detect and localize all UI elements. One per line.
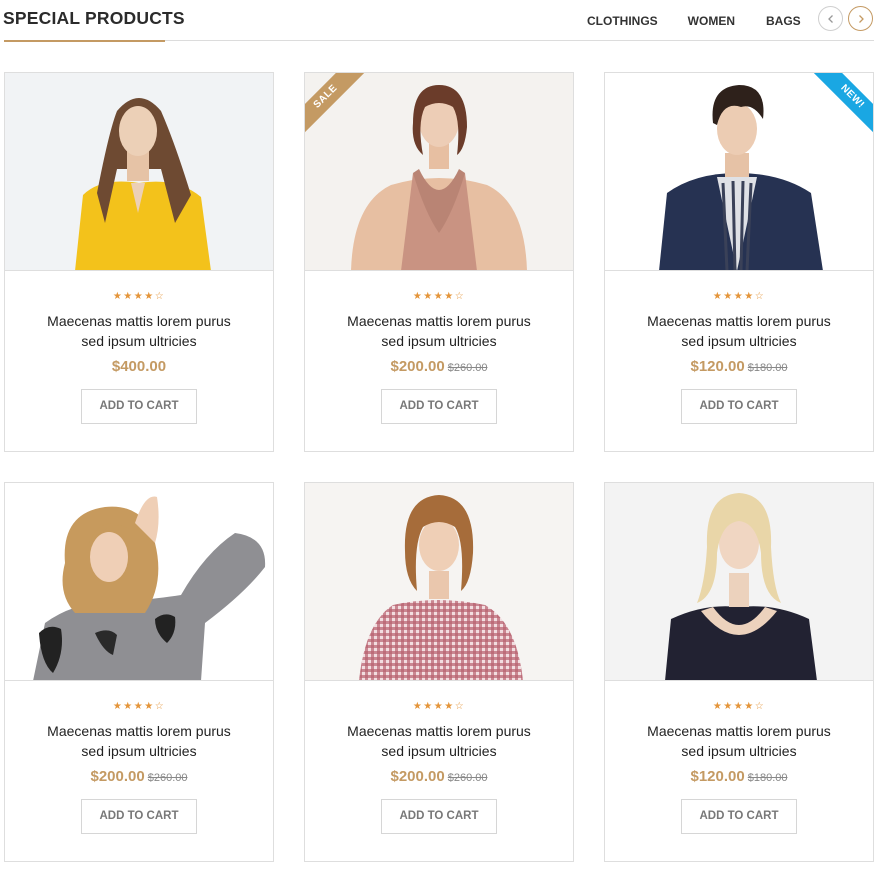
section-header: SPECIAL PRODUCTS CLOTHINGS WOMEN BAGS [0, 0, 879, 42]
product-image[interactable]: SALE [305, 73, 573, 271]
product-name-line1[interactable]: Maecenas mattis lorem purus [647, 723, 831, 739]
chevron-right-icon [858, 14, 864, 23]
product-name-line2[interactable]: sed ipsum ultricies [381, 743, 496, 759]
old-price: $260.00 [147, 772, 188, 784]
rating-stars: ★★★★☆ [412, 291, 466, 302]
product-name-line2[interactable]: sed ipsum ultricies [81, 743, 196, 759]
rating-stars: ★★★★☆ [412, 701, 466, 712]
product-price: $120.00 [690, 768, 745, 785]
product-name-line1[interactable]: Maecenas mattis lorem purus [647, 313, 831, 329]
price-row: $400.00 [5, 358, 273, 376]
add-to-cart-button[interactable]: ADD TO CART [381, 799, 497, 834]
product-photo [605, 483, 873, 680]
product-price: $200.00 [90, 768, 145, 785]
sale-badge-label: SALE [305, 73, 365, 133]
price-row: $120.00 $180.00 [605, 768, 873, 786]
carousel-prev-button[interactable] [818, 6, 843, 31]
product-name[interactable]: Maecenas mattis lorem purus sed ipsum ult… [5, 311, 273, 351]
rating-stars: ★★★★☆ [112, 291, 166, 302]
new-badge-label: NEW! [813, 73, 873, 133]
product-card[interactable]: ★★★★☆ Maecenas mattis lorem purus sed ips… [604, 482, 874, 862]
product-price: $120.00 [690, 358, 745, 375]
product-price: $400.00 [111, 358, 167, 375]
new-badge: NEW! [813, 73, 873, 133]
product-card[interactable]: NEW! ★★★★☆ Maecenas mattis lorem purus se… [604, 72, 874, 452]
add-to-cart-button[interactable]: ADD TO CART [681, 389, 797, 424]
old-price: $180.00 [747, 362, 788, 374]
add-to-cart-button[interactable]: ADD TO CART [81, 389, 197, 424]
add-to-cart-button[interactable]: ADD TO CART [81, 799, 197, 834]
product-image[interactable] [605, 483, 873, 681]
product-card[interactable]: ★★★★☆ Maecenas mattis lorem purus sed ips… [304, 482, 574, 862]
product-name[interactable]: Maecenas mattis lorem purus sed ipsum ult… [605, 311, 873, 351]
section-title: SPECIAL PRODUCTS [3, 8, 185, 28]
old-price: $180.00 [747, 772, 788, 784]
price-row: $200.00 $260.00 [305, 358, 573, 376]
product-name-line1[interactable]: Maecenas mattis lorem purus [47, 313, 231, 329]
price-row: $120.00 $180.00 [605, 358, 873, 376]
carousel-next-button[interactable] [848, 6, 873, 31]
product-card[interactable]: ★★★★☆ Maecenas mattis lorem purus sed ips… [4, 482, 274, 862]
product-name-line1[interactable]: Maecenas mattis lorem purus [47, 723, 231, 739]
product-name-line2[interactable]: sed ipsum ultricies [681, 743, 796, 759]
rating-stars: ★★★★☆ [112, 701, 166, 712]
product-name-line2[interactable]: sed ipsum ultricies [381, 333, 496, 349]
sale-badge: SALE [305, 73, 365, 133]
product-image[interactable]: NEW! [605, 73, 873, 271]
product-photo [5, 483, 273, 680]
product-name-line2[interactable]: sed ipsum ultricies [681, 333, 796, 349]
tab-bags[interactable]: BAGS [766, 14, 801, 28]
chevron-left-icon [827, 14, 833, 23]
product-image[interactable] [5, 483, 273, 681]
tab-clothings[interactable]: CLOTHINGS [587, 14, 658, 28]
title-underline [4, 40, 165, 42]
product-name-line1[interactable]: Maecenas mattis lorem purus [347, 313, 531, 329]
tab-women[interactable]: WOMEN [688, 14, 735, 28]
product-price: $200.00 [390, 768, 445, 785]
product-name[interactable]: Maecenas mattis lorem purus sed ipsum ult… [5, 721, 273, 761]
product-name[interactable]: Maecenas mattis lorem purus sed ipsum ult… [605, 721, 873, 761]
product-card[interactable]: SALE ★★★★☆ Maecenas mattis lorem purus se… [304, 72, 574, 452]
product-name[interactable]: Maecenas mattis lorem purus sed ipsum ult… [305, 311, 573, 351]
rating-stars: ★★★★☆ [712, 291, 766, 302]
old-price: $260.00 [447, 772, 488, 784]
product-name-line1[interactable]: Maecenas mattis lorem purus [347, 723, 531, 739]
add-to-cart-button[interactable]: ADD TO CART [381, 389, 497, 424]
rating-stars: ★★★★☆ [712, 701, 766, 712]
product-photo [5, 73, 273, 270]
product-name-line2[interactable]: sed ipsum ultricies [81, 333, 196, 349]
price-row: $200.00 $260.00 [5, 768, 273, 786]
product-image[interactable] [5, 73, 273, 271]
product-image[interactable] [305, 483, 573, 681]
add-to-cart-button[interactable]: ADD TO CART [681, 799, 797, 834]
product-photo [305, 483, 573, 680]
price-row: $200.00 $260.00 [305, 768, 573, 786]
product-card[interactable]: ★★★★☆ Maecenas mattis lorem purus sed ips… [4, 72, 274, 452]
category-tabs: CLOTHINGS WOMEN BAGS [587, 14, 801, 28]
product-price: $200.00 [390, 358, 445, 375]
old-price: $260.00 [447, 362, 488, 374]
product-name[interactable]: Maecenas mattis lorem purus sed ipsum ult… [305, 721, 573, 761]
